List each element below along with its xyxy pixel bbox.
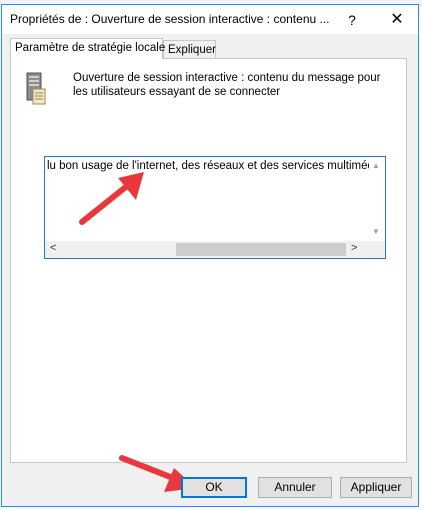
vertical-scrollbar[interactable]: ▲ ▼ xyxy=(369,157,385,241)
cancel-button[interactable]: Annuler xyxy=(258,477,332,498)
window-title: Propriétés de : Ouverture de session int… xyxy=(10,12,330,26)
policy-title: Ouverture de session interactive : conte… xyxy=(73,72,381,98)
scroll-left-arrow-icon[interactable]: < xyxy=(50,242,56,254)
tab-explain[interactable]: Expliquer xyxy=(163,40,216,59)
help-button[interactable]: ? xyxy=(342,10,362,30)
scroll-up-arrow-icon[interactable]: ▲ xyxy=(372,161,380,170)
scroll-down-arrow-icon[interactable]: ▼ xyxy=(372,227,380,236)
scroll-thumb[interactable] xyxy=(176,243,346,256)
apply-button[interactable]: Appliquer xyxy=(340,477,412,498)
scroll-right-arrow-icon[interactable]: > xyxy=(351,242,357,254)
tab-panel: Ouverture de session interactive : conte… xyxy=(10,58,407,463)
close-button[interactable]: ✕ xyxy=(385,10,409,30)
title-bar: Propriétés de : Ouverture de session int… xyxy=(2,5,418,34)
annotation-arrow-icon xyxy=(79,172,144,225)
tab-local-policy-setting[interactable]: Paramètre de stratégie locale xyxy=(10,38,165,59)
server-policy-icon xyxy=(26,72,46,105)
scroll-corner xyxy=(369,241,385,258)
ok-button[interactable]: OK xyxy=(181,477,247,498)
horizontal-scrollbar[interactable]: < > xyxy=(45,241,369,258)
